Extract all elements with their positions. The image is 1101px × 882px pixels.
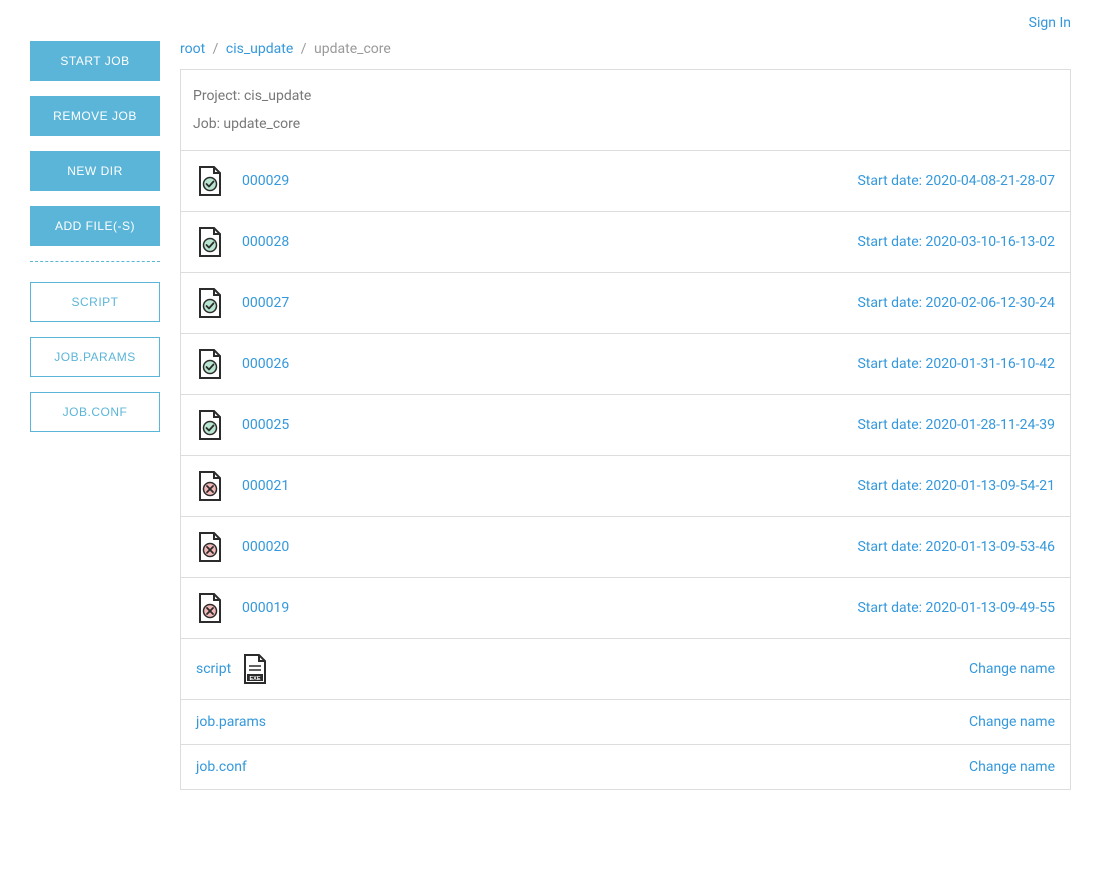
run-id[interactable]: 000026 — [242, 356, 857, 372]
file-failed-icon — [196, 531, 224, 563]
start-job-button[interactable]: START JOB — [30, 41, 160, 81]
run-id[interactable]: 000021 — [242, 478, 857, 494]
run-id[interactable]: 000028 — [242, 234, 857, 250]
breadcrumb-current: update_core — [314, 41, 391, 57]
breadcrumb-separator: / — [213, 41, 219, 57]
sidebar: START JOB REMOVE JOB NEW DIR ADD FILE(-S… — [30, 41, 160, 790]
run-row[interactable]: 000029 Start date: 2020-04-08-21-28-07 — [181, 151, 1070, 212]
file-name[interactable]: script — [196, 661, 231, 677]
project-label: Project: cis_update — [193, 88, 1058, 104]
run-start-date: Start date: 2020-01-13-09-53-46 — [857, 539, 1055, 555]
run-row[interactable]: 000026 Start date: 2020-01-31-16-10-42 — [181, 334, 1070, 395]
change-name-link[interactable]: Change name — [969, 759, 1055, 775]
breadcrumb-separator: / — [301, 41, 307, 57]
run-id[interactable]: 000027 — [242, 295, 857, 311]
run-id[interactable]: 000025 — [242, 417, 857, 433]
run-row[interactable]: 000020 Start date: 2020-01-13-09-53-46 — [181, 517, 1070, 578]
file-success-icon — [196, 409, 224, 441]
panel-header: Project: cis_update Job: update_core — [181, 70, 1070, 151]
script-button[interactable]: SCRIPT — [30, 282, 160, 322]
main-content: root / cis_update / update_core Project:… — [180, 41, 1071, 790]
file-failed-icon — [196, 470, 224, 502]
file-row[interactable]: script EXE Change name — [181, 639, 1070, 700]
job-panel: Project: cis_update Job: update_core 000… — [180, 69, 1071, 790]
file-exe-icon: EXE — [241, 653, 269, 685]
run-id[interactable]: 000020 — [242, 539, 857, 555]
file-row[interactable]: job.conf Change name — [181, 745, 1070, 789]
run-start-date: Start date: 2020-01-13-09-49-55 — [857, 600, 1055, 616]
file-success-icon — [196, 348, 224, 380]
run-id[interactable]: 000019 — [242, 600, 857, 616]
file-failed-icon — [196, 592, 224, 624]
new-dir-button[interactable]: NEW DIR — [30, 151, 160, 191]
run-row[interactable]: 000027 Start date: 2020-02-06-12-30-24 — [181, 273, 1070, 334]
run-row[interactable]: 000021 Start date: 2020-01-13-09-54-21 — [181, 456, 1070, 517]
run-id[interactable]: 000029 — [242, 173, 857, 189]
file-name[interactable]: job.conf — [196, 759, 247, 775]
file-success-icon — [196, 226, 224, 258]
job-params-button[interactable]: JOB.PARAMS — [30, 337, 160, 377]
sidebar-divider — [30, 261, 160, 262]
breadcrumb-project[interactable]: cis_update — [226, 41, 293, 57]
run-start-date: Start date: 2020-01-28-11-24-39 — [857, 417, 1055, 433]
run-start-date: Start date: 2020-03-10-16-13-02 — [857, 234, 1055, 250]
change-name-link[interactable]: Change name — [969, 714, 1055, 730]
job-label: Job: update_core — [193, 116, 1058, 132]
sign-in-link[interactable]: Sign In — [1029, 15, 1071, 31]
job-conf-button[interactable]: JOB.CONF — [30, 392, 160, 432]
run-row[interactable]: 000028 Start date: 2020-03-10-16-13-02 — [181, 212, 1070, 273]
remove-job-button[interactable]: REMOVE JOB — [30, 96, 160, 136]
change-name-link[interactable]: Change name — [969, 661, 1055, 677]
breadcrumb-root[interactable]: root — [180, 41, 205, 57]
run-start-date: Start date: 2020-01-13-09-54-21 — [857, 478, 1055, 494]
file-name[interactable]: job.params — [196, 714, 266, 730]
run-start-date: Start date: 2020-01-31-16-10-42 — [857, 356, 1055, 372]
run-start-date: Start date: 2020-02-06-12-30-24 — [857, 295, 1055, 311]
run-row[interactable]: 000025 Start date: 2020-01-28-11-24-39 — [181, 395, 1070, 456]
run-start-date: Start date: 2020-04-08-21-28-07 — [857, 173, 1055, 189]
run-row[interactable]: 000019 Start date: 2020-01-13-09-49-55 — [181, 578, 1070, 639]
breadcrumb: root / cis_update / update_core — [180, 41, 1071, 57]
file-success-icon — [196, 287, 224, 319]
file-row[interactable]: job.params Change name — [181, 700, 1070, 745]
svg-text:EXE: EXE — [250, 676, 261, 682]
add-files-button[interactable]: ADD FILE(-S) — [30, 206, 160, 246]
file-success-icon — [196, 165, 224, 197]
